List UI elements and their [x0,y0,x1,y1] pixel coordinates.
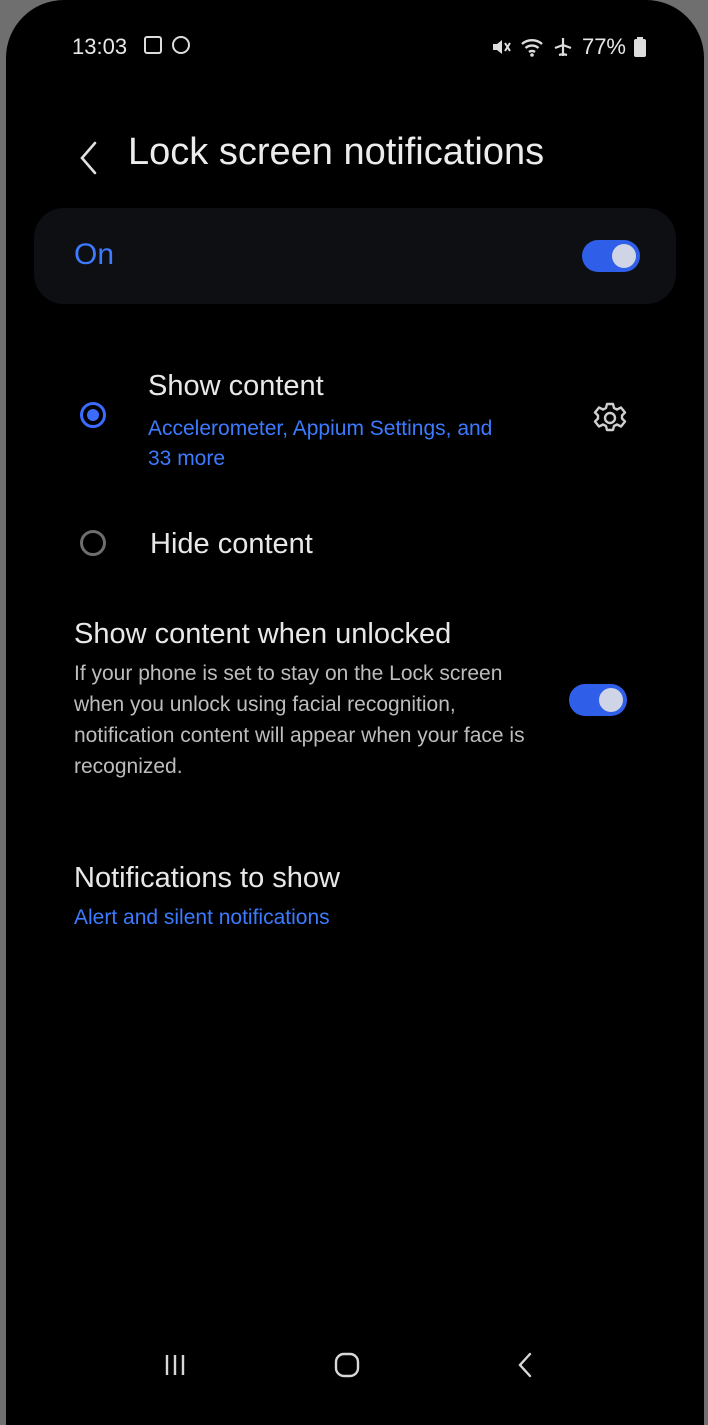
unlocked-toggle[interactable] [569,684,627,716]
phone-screen: 13:03 77% Lock screen notifications On S… [6,0,704,1425]
nav-back-button[interactable] [500,1334,550,1396]
airplane-icon [554,38,572,57]
radio-button-unselected[interactable] [80,530,106,556]
circle-app-icon [172,36,190,54]
master-toggle[interactable] [582,240,640,272]
status-time: 13:03 [72,34,128,59]
mute-icon [492,40,511,54]
app-header: Lock screen notifications [6,120,704,190]
setting-value: Alert and silent notifications [74,906,330,929]
master-switch-row[interactable]: On [34,208,676,304]
home-button[interactable] [322,1334,372,1396]
checkbox-notification-icon [144,36,162,54]
page-title: Lock screen notifications [128,131,545,173]
back-icon [518,1352,532,1378]
gear-icon[interactable] [592,400,628,436]
option-title: Show content [148,370,324,402]
toggle-knob [599,688,623,712]
wifi-icon [521,39,543,57]
option-title: Hide content [150,528,313,560]
toggle-knob [612,244,636,268]
battery-percent: 77% [581,34,626,59]
setting-title: Show content when unlocked [74,618,452,650]
option-subtitle: Accelerometer, Appium Settings, and 33 m… [148,417,493,470]
navigation-bar [6,1330,704,1400]
recents-button[interactable] [150,1334,200,1396]
back-button[interactable] [68,132,108,184]
setting-title: Notifications to show [74,862,340,894]
home-icon [334,1352,360,1378]
radio-button-selected[interactable] [80,402,106,428]
battery-icon [634,37,646,57]
radio-option-show-content[interactable]: Show content Accelerometer, Appium Setti… [6,360,704,480]
recents-icon [165,1355,185,1375]
status-left-icons [144,36,190,54]
status-bar: 13:03 77% [6,0,704,80]
show-content-when-unlocked-row[interactable]: Show content when unlocked If your phone… [66,616,656,786]
radio-option-hide-content[interactable]: Hide content [6,516,704,574]
chevron-left-icon [80,141,97,175]
setting-description: If your phone is set to stay on the Lock… [74,662,525,778]
master-switch-label: On [74,238,115,271]
notifications-to-show-row[interactable]: Notifications to show Alert and silent n… [66,852,386,942]
status-right-icons: 77% [490,34,646,60]
